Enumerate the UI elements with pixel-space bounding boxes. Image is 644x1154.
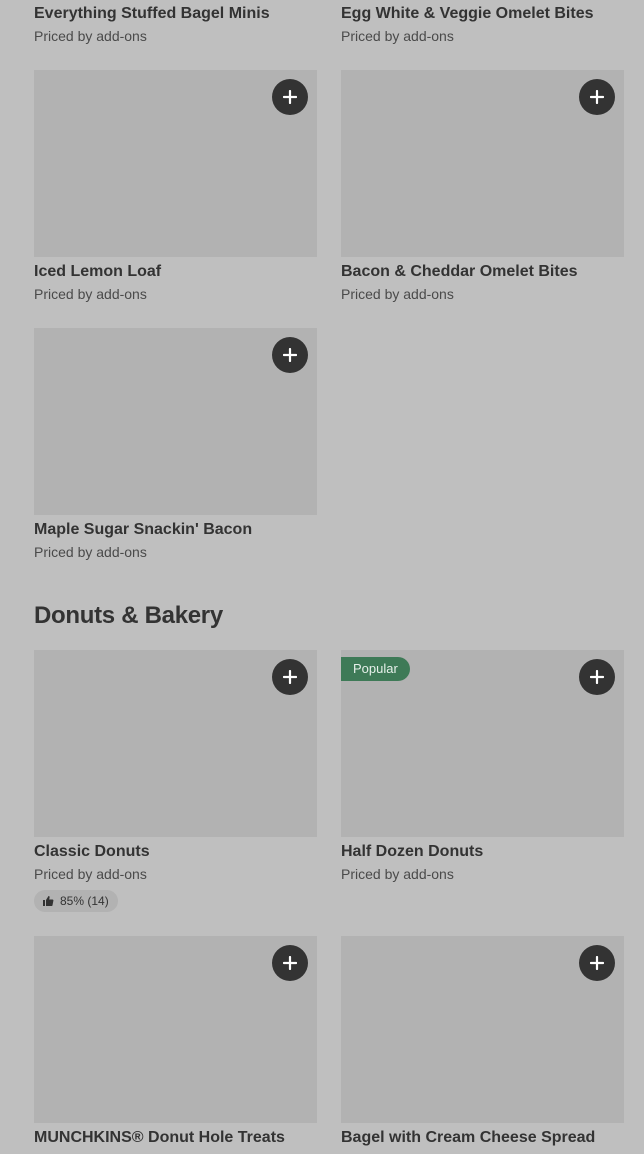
item-name[interactable]: Egg White & Veggie Omelet Bites [341,5,594,22]
item-name: MUNCHKINS® Donut Hole Treats [34,1129,285,1146]
add-to-cart-button[interactable] [272,945,308,981]
rating-badge: 85% (14) [34,890,118,912]
item-price: Priced by add-ons [341,28,454,44]
item-price: Priced by add-ons [341,866,454,882]
add-to-cart-button[interactable] [579,79,615,115]
plus-icon [590,670,604,684]
item-image[interactable] [341,936,624,1123]
popular-badge: Popular [341,657,410,681]
section-title: Donuts & Bakery [34,602,223,629]
item-image[interactable] [341,70,624,257]
item-name: Half Dozen Donuts [341,843,484,860]
add-to-cart-button[interactable] [272,337,308,373]
item-name: Iced Lemon Loaf [34,263,162,280]
item-name[interactable]: Everything Stuffed Bagel Minis [34,5,270,22]
thumbs-up-icon [43,896,54,906]
item-price: Priced by add-ons [34,286,147,302]
add-to-cart-button[interactable] [579,945,615,981]
menu-item-card[interactable]: Maple Sugar Snackin' Bacon Priced by add… [34,328,317,560]
item-image[interactable]: Popular [341,650,624,837]
item-price: Priced by add-ons [34,866,147,882]
rating-text: 85% (14) [60,894,109,908]
menu-item-card[interactable]: MUNCHKINS® Donut Hole Treats [34,936,317,1146]
item-image[interactable] [34,328,317,515]
item-image[interactable] [34,936,317,1123]
plus-icon [590,90,604,104]
item-price: Priced by add-ons [34,28,147,44]
menu-item-card[interactable]: Bacon & Cheddar Omelet Bites Priced by a… [341,70,624,302]
item-image[interactable] [34,70,317,257]
plus-icon [283,90,297,104]
item-name: Classic Donuts [34,843,150,860]
item-name: Maple Sugar Snackin' Bacon [34,521,253,538]
plus-icon [283,956,297,970]
item-image[interactable] [34,650,317,837]
plus-icon [590,956,604,970]
add-to-cart-button[interactable] [272,79,308,115]
item-name: Bacon & Cheddar Omelet Bites [341,263,578,280]
menu-item-card[interactable]: Popular Half Dozen Donuts Priced by add-… [341,650,624,882]
add-to-cart-button[interactable] [272,659,308,695]
menu-item-card[interactable]: Classic Donuts Priced by add-ons 85% (14… [34,650,317,912]
item-name: Bagel with Cream Cheese Spread [341,1129,596,1146]
plus-icon [283,348,297,362]
plus-icon [283,670,297,684]
menu-item-card[interactable]: Bagel with Cream Cheese Spread [341,936,624,1146]
add-to-cart-button[interactable] [579,659,615,695]
item-price: Priced by add-ons [341,286,454,302]
menu-item-card[interactable]: Iced Lemon Loaf Priced by add-ons [34,70,317,302]
item-price: Priced by add-ons [34,544,147,560]
